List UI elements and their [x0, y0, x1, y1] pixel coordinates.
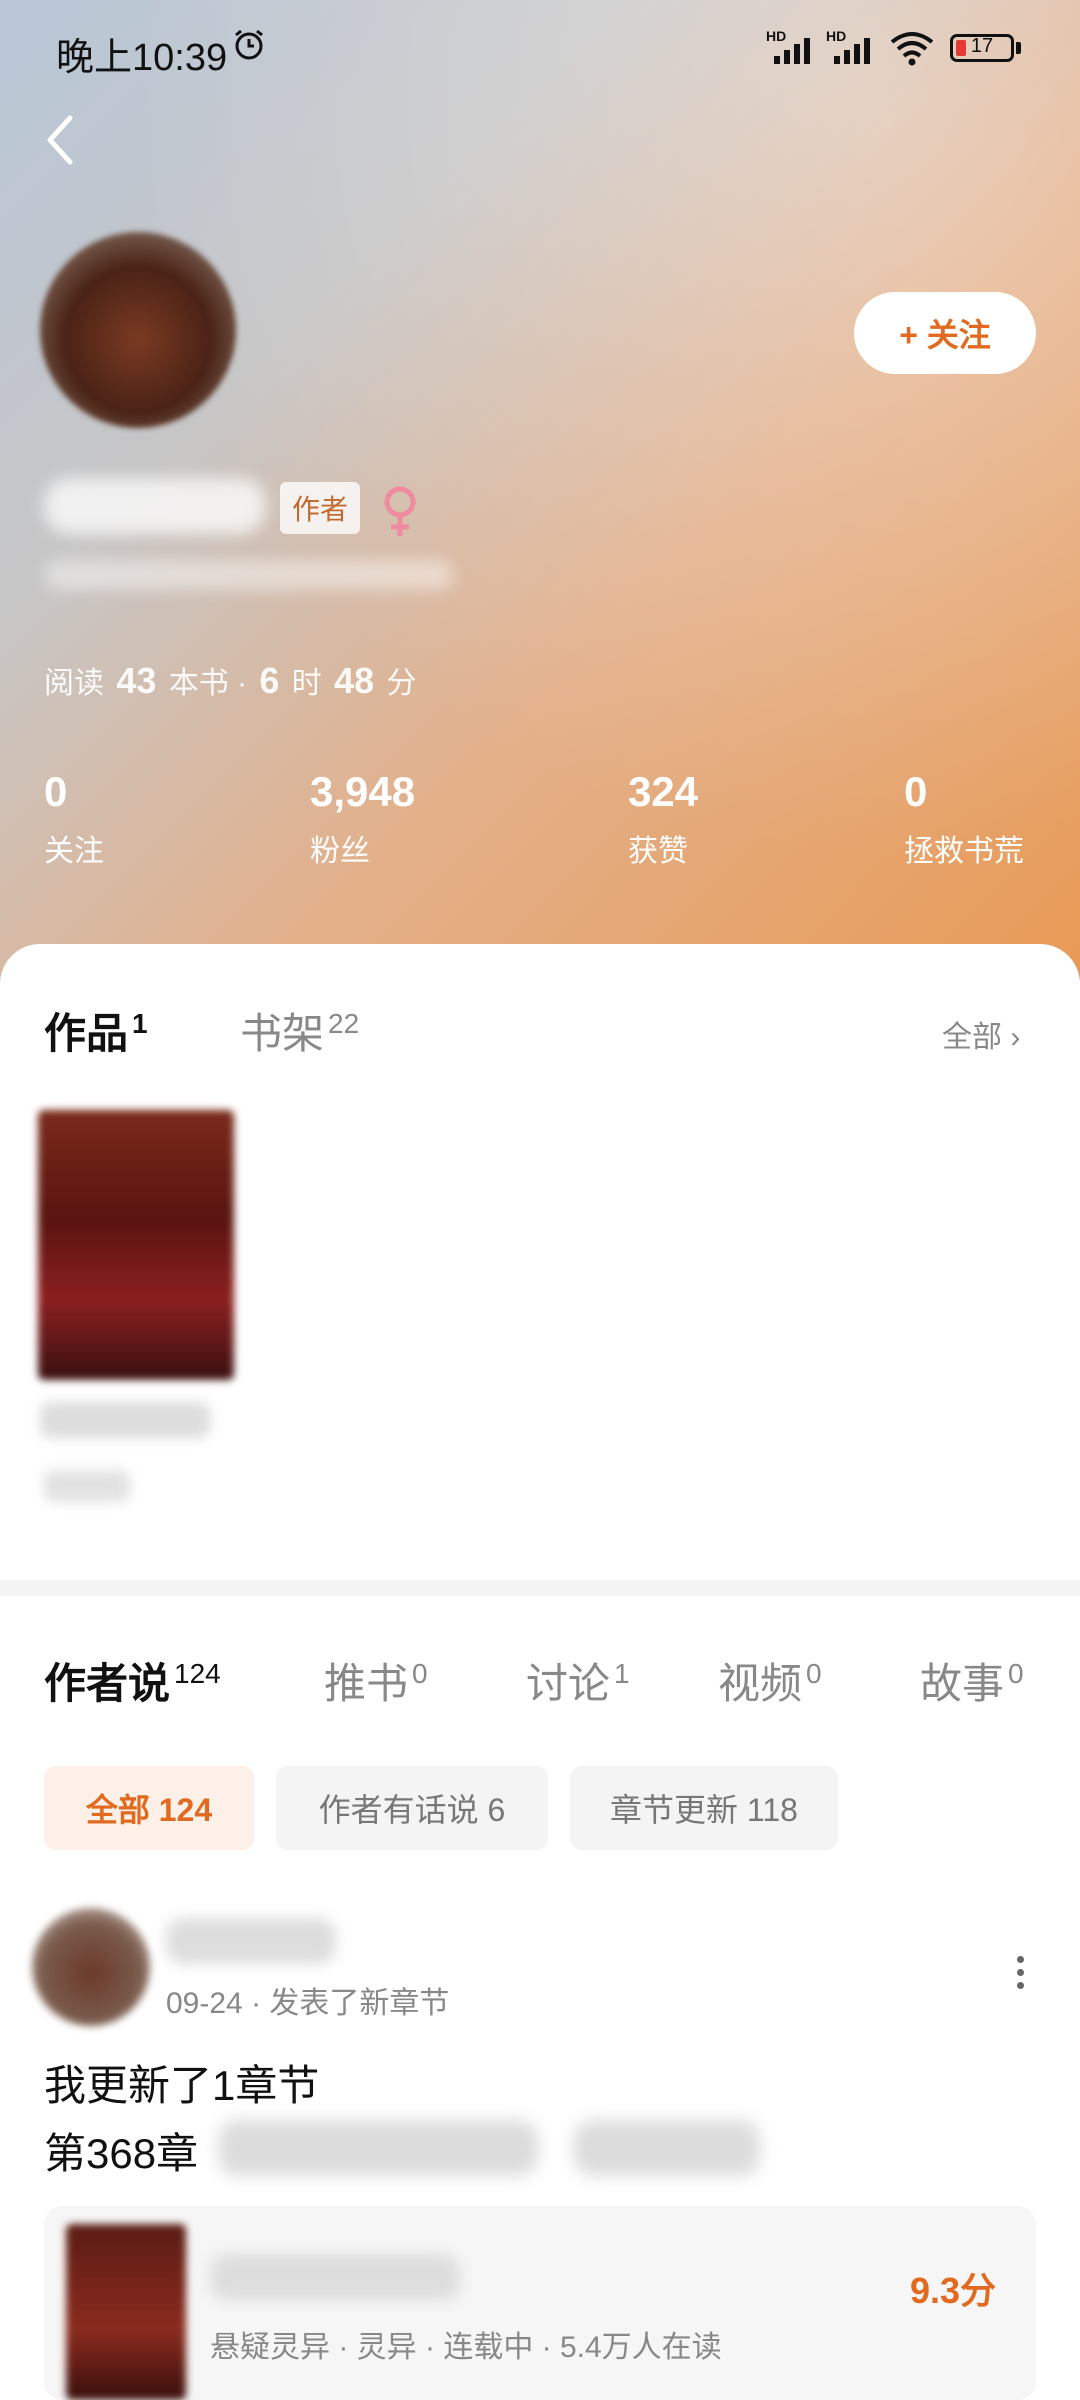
tab-label: 推书	[324, 1660, 409, 1707]
author-badge: 作者	[280, 482, 360, 534]
tab-label: 讨论	[526, 1660, 611, 1707]
tab-count: 0	[412, 1658, 428, 1689]
tab-count: 124	[174, 1658, 221, 1689]
stat-likes[interactable]: 324 获赞	[628, 768, 698, 870]
stat-label: 关注	[44, 835, 104, 868]
tab-bookshelf[interactable]: 书架 22	[240, 1000, 359, 1061]
chapter-title-blurred-2	[574, 2120, 760, 2176]
tab-label: 故事	[920, 1660, 1005, 1707]
tab-label: 书架	[240, 1010, 325, 1057]
post-meta: 09-24 · 发表了新章节	[166, 1987, 450, 2020]
post-text-line2: 第368章	[44, 2130, 199, 2177]
username-blurred	[44, 478, 266, 534]
status-time: 晚上10:39	[56, 37, 228, 79]
back-icon[interactable]	[40, 110, 76, 170]
tab-label: 视频	[718, 1660, 803, 1707]
reading-minutes-unit: 分	[386, 667, 417, 700]
wifi-icon	[890, 32, 934, 66]
profile-subtitle-blurred	[44, 560, 454, 590]
tab-label: 作品	[44, 1010, 129, 1057]
stat-rescue[interactable]: 0 拯救书荒	[904, 768, 1024, 870]
book-subtitle-blurred	[44, 1470, 130, 1502]
stat-value: 324	[628, 768, 699, 815]
tab-count: 0	[1008, 1658, 1024, 1689]
stat-fans[interactable]: 3,948 粉丝	[310, 768, 415, 870]
tab-count: 1	[132, 1008, 148, 1039]
post-text-line1: 我更新了1章节	[44, 2062, 320, 2109]
reading-books: 43	[116, 660, 157, 701]
tab-count: 1	[614, 1658, 630, 1689]
stat-label: 粉丝	[310, 835, 370, 868]
signal-icon	[774, 38, 810, 64]
book-title-blurred	[40, 1402, 210, 1438]
reading-prefix: 阅读	[44, 667, 104, 700]
signal-icon-2	[834, 38, 870, 64]
tab-discussion[interactable]: 讨论 1	[526, 1650, 630, 1711]
linked-book-score: 9.3分	[910, 2270, 997, 2311]
stat-following[interactable]: 0 关注	[44, 768, 104, 870]
alarm-icon	[235, 29, 263, 60]
tab-count: 0	[806, 1658, 822, 1689]
tab-works[interactable]: 作品 1	[44, 1000, 148, 1061]
reading-hours-unit: 时	[291, 667, 322, 700]
filter-all[interactable]: 全部 124	[44, 1766, 254, 1850]
linked-book-title-blurred	[210, 2254, 460, 2300]
stat-value: 3,948	[310, 768, 416, 815]
battery-tip	[1016, 42, 1021, 54]
stat-value: 0	[44, 768, 68, 815]
filter-author-notes[interactable]: 作者有话说 6	[276, 1766, 548, 1850]
tab-label: 作者说	[44, 1660, 171, 1707]
post-avatar[interactable]	[32, 1908, 150, 2026]
reading-summary: 阅读 43 本书 · 6 时 48 分	[44, 658, 417, 702]
tab-author-says[interactable]: 作者说 124	[44, 1650, 221, 1711]
reading-books-unit: 本书 ·	[168, 667, 248, 700]
tab-story[interactable]: 故事 0	[920, 1650, 1024, 1711]
linked-book-cover	[66, 2224, 186, 2400]
stat-value: 0	[904, 768, 928, 815]
tab-video[interactable]: 视频 0	[718, 1650, 822, 1711]
battery-level: 17	[970, 35, 994, 57]
section-divider	[0, 1580, 1080, 1596]
tab-count: 22	[328, 1008, 360, 1039]
female-icon	[384, 486, 416, 536]
filter-chapter-updates[interactable]: 章节更新 118	[570, 1766, 838, 1850]
avatar[interactable]	[40, 232, 236, 428]
stat-label: 获赞	[628, 835, 688, 868]
reading-minutes: 48	[334, 660, 375, 701]
post-author-blurred	[166, 1918, 336, 1964]
reading-hours: 6	[259, 660, 280, 701]
linked-book-card[interactable]	[44, 2206, 1036, 2400]
stat-label: 拯救书荒	[904, 835, 1024, 868]
battery-icon: 17	[950, 34, 1014, 62]
linked-book-tags: 悬疑灵异 · 灵异 · 连载中 · 5.4万人在读	[210, 2331, 722, 2364]
more-options-icon[interactable]	[1010, 1950, 1030, 2010]
tab-recommend[interactable]: 推书 0	[324, 1650, 428, 1711]
status-bar: 晚上10:39 HD HD 17	[0, 0, 1080, 100]
chapter-title-blurred	[218, 2120, 538, 2176]
follow-button[interactable]: + 关注	[854, 292, 1036, 374]
book-cover[interactable]	[38, 1110, 234, 1380]
all-works-link[interactable]: 全部 ›	[942, 1012, 1020, 1056]
